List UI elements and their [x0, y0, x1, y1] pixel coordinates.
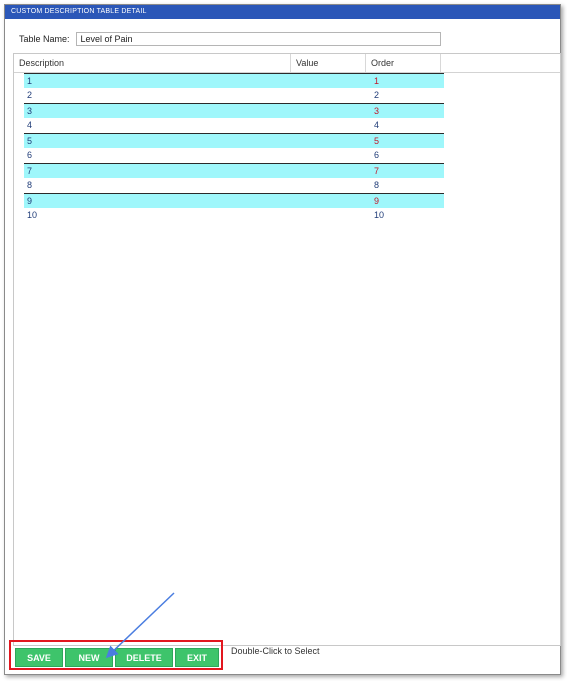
- table-detail-window: CUSTOM DESCRIPTION TABLE DETAIL Table Na…: [4, 4, 561, 675]
- table-row[interactable]: 99: [24, 193, 444, 208]
- row-description: 10: [27, 210, 38, 220]
- table-row[interactable]: 77: [24, 163, 444, 178]
- delete-button[interactable]: DELETE: [115, 648, 173, 667]
- hint-text: Double-Click to Select: [231, 646, 320, 656]
- table-name-label: Table Name:: [19, 34, 70, 44]
- column-header-order[interactable]: Order: [366, 54, 441, 72]
- column-header-value[interactable]: Value: [291, 54, 366, 72]
- row-order: 3: [374, 106, 380, 116]
- row-order: 7: [374, 166, 380, 176]
- row-order: 4: [374, 120, 380, 130]
- grid-rows: 1 1 2 2 3 3 4 4 5 5 6 6 7 7 8 8 9 9 10 10: [24, 73, 444, 223]
- row-order: 9: [374, 196, 380, 206]
- row-order: 10: [374, 210, 385, 220]
- row-description: 1: [27, 76, 33, 86]
- row-description: 4: [27, 120, 33, 130]
- row-order: 8: [374, 180, 380, 190]
- grid-header: Description Value Order: [14, 54, 560, 73]
- window-title: CUSTOM DESCRIPTION TABLE DETAIL: [5, 5, 560, 19]
- table-name-input[interactable]: [75, 32, 441, 46]
- table-row[interactable]: 55: [24, 133, 444, 148]
- table-row[interactable]: 10 10: [24, 208, 444, 223]
- row-description: 2: [27, 90, 33, 100]
- row-order: 2: [374, 90, 380, 100]
- button-highlight-box: SAVE NEW DELETE EXIT: [9, 640, 223, 670]
- row-order: 1: [374, 76, 380, 86]
- row-description: 9: [27, 196, 33, 206]
- table-row[interactable]: 88: [24, 178, 444, 193]
- table-row[interactable]: 66: [24, 148, 444, 163]
- row-description: 5: [27, 136, 33, 146]
- row-description: 3: [27, 106, 33, 116]
- row-order: 6: [374, 150, 380, 160]
- exit-button[interactable]: EXIT: [175, 648, 219, 667]
- column-header-description[interactable]: Description: [14, 54, 291, 72]
- table-row[interactable]: 11: [24, 73, 444, 88]
- table-row[interactable]: 44: [24, 118, 444, 133]
- row-order: 5: [374, 136, 380, 146]
- description-grid: Description Value Order 1122334455667788…: [13, 53, 561, 646]
- table-row[interactable]: 22: [24, 88, 444, 103]
- row-description: 6: [27, 150, 33, 160]
- row-description: 8: [27, 180, 33, 190]
- row-description: 7: [27, 166, 33, 176]
- new-button[interactable]: NEW: [65, 648, 113, 667]
- table-row[interactable]: 33: [24, 103, 444, 118]
- table-name-row: Table Name:: [19, 31, 441, 47]
- save-button[interactable]: SAVE: [15, 648, 63, 667]
